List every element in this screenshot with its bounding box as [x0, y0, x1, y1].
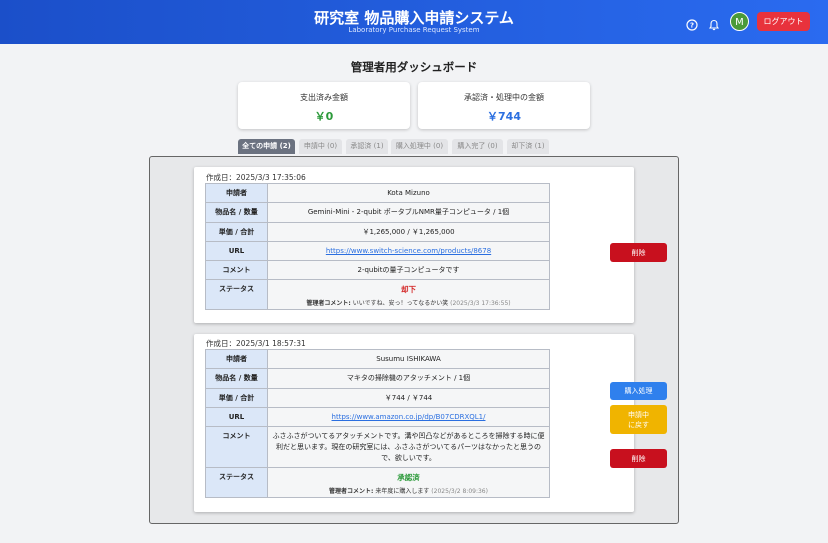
request-card: 作成日：2025/3/1 18:57:31 申請者 Susumu ISHIKAW… — [194, 334, 667, 512]
table-row: 物品名 / 数量 マキタの掃除機のアタッチメント / 1個 — [205, 368, 550, 389]
applicant-label: 申請者 — [205, 348, 268, 370]
admin-comment-label: 管理者コメント: — [329, 488, 374, 496]
price-label: 単価 / 合計 — [205, 387, 268, 408]
app-header: 研究室 物品購入申請システム Laboratory Purchase Reque… — [0, 0, 828, 44]
purchase-process-button[interactable]: 購入処理 — [610, 382, 667, 400]
status-label: ステータス — [205, 467, 268, 499]
tab-completed[interactable]: 購入完了 (0) — [452, 139, 503, 154]
comment-label: コメント — [205, 260, 268, 281]
applicant-label: 申請者 — [205, 182, 268, 204]
admin-comment-timestamp: (2025/3/3 17:36:55) — [450, 300, 511, 308]
item-label: 物品名 / 数量 — [205, 202, 268, 223]
revert-label-line1: 申請中 — [628, 410, 649, 419]
table-row: コメント 2-qubitの量子コンピュータです — [205, 260, 550, 281]
status-label: ステータス — [205, 279, 268, 311]
table-row: 物品名 / 数量 Gemini-Mini - 2-qubit ポータブルNMR量… — [205, 202, 550, 223]
status-badge: 承認済 — [397, 473, 420, 483]
table-row: コメント ふさふさがついてるアタッチメントです。溝や凹凸などがあるところを掃除す… — [205, 426, 550, 469]
app-title: 研究室 物品購入申請システム — [314, 9, 514, 27]
table-row: 単価 / 合計 ￥1,265,000 / ￥1,265,000 — [205, 221, 550, 242]
url-label: URL — [205, 240, 268, 262]
item-label: 物品名 / 数量 — [205, 368, 268, 389]
spent-amount-value: ￥0 — [314, 110, 334, 123]
revert-label-line2: に戻す — [628, 420, 649, 429]
request-table: 申請者 Kota Mizuno 物品名 / 数量 Gemini-Mini - 2… — [205, 182, 550, 311]
delete-button[interactable]: 削除 — [610, 243, 667, 262]
applicant-value: Kota Mizuno — [267, 182, 550, 204]
status-badge: 却下 — [401, 285, 416, 295]
delete-button[interactable]: 削除 — [610, 449, 667, 468]
applicant-value: Susumu ISHIKAWA — [267, 348, 550, 370]
table-row: URL https://www.switch-science.com/produ… — [205, 240, 550, 262]
logout-button[interactable]: ログアウト — [757, 12, 810, 31]
url-label: URL — [205, 406, 268, 428]
page-title: 管理者用ダッシュボード — [350, 60, 478, 74]
created-date: 作成日：2025/3/3 17:35:06 — [206, 173, 306, 182]
admin-comment-text: いいですね、安っ！ってなるかい笑 — [352, 300, 449, 308]
svg-text:?: ? — [690, 22, 694, 30]
help-icon[interactable]: ? — [686, 16, 698, 31]
table-row: 申請者 Kota Mizuno — [205, 182, 550, 204]
admin-comment-label: 管理者コメント: — [306, 300, 351, 308]
user-avatar[interactable]: M — [730, 12, 749, 31]
requests-panel: 作成日：2025/3/3 17:35:06 申請者 Kota Mizuno 物品… — [149, 156, 679, 524]
item-value: マキタの掃除機のアタッチメント / 1個 — [267, 368, 550, 389]
url-link[interactable]: https://www.switch-science.com/products/… — [326, 247, 491, 255]
revert-to-pending-button[interactable]: 申請中 に戻す — [610, 405, 667, 434]
comment-label: コメント — [205, 426, 268, 469]
admin-comment-timestamp: (2025/3/2 8:09:36) — [431, 488, 488, 496]
price-value: ￥744 / ￥744 — [267, 387, 550, 408]
url-link[interactable]: https://www.amazon.co.jp/dp/B07CDRXQL1/ — [332, 413, 486, 421]
pending-amount-label: 承認済・処理中の金額 — [464, 93, 544, 102]
app-subtitle: Laboratory Purchase Request System — [348, 26, 480, 34]
admin-comment: 管理者コメント: いいですね、安っ！ってなるかい笑 (2025/3/3 17:3… — [272, 298, 545, 307]
request-table: 申請者 Susumu ISHIKAWA 物品名 / 数量 マキタの掃除機のアタッ… — [205, 348, 550, 499]
tab-processing[interactable]: 購入処理中 (0) — [391, 139, 448, 154]
tab-rejected[interactable]: 却下済 (1) — [507, 139, 549, 154]
tab-approved[interactable]: 承認済 (1) — [346, 139, 388, 154]
request-card: 作成日：2025/3/3 17:35:06 申請者 Kota Mizuno 物品… — [194, 167, 667, 323]
table-row: ステータス 却下 管理者コメント: いいですね、安っ！ってなるかい笑 (2025… — [205, 279, 550, 311]
spent-amount-card: 支出済み金額 ￥0 — [238, 82, 410, 129]
bell-icon[interactable] — [708, 16, 720, 31]
pending-amount-card: 承認済・処理中の金額 ￥744 — [418, 82, 590, 129]
comment-value: ふさふさがついてるアタッチメントです。溝や凹凸などがあるところを掃除する時に便利… — [267, 426, 550, 469]
created-date: 作成日：2025/3/1 18:57:31 — [206, 339, 306, 348]
table-row: 申請者 Susumu ISHIKAWA — [205, 348, 550, 370]
table-row: 単価 / 合計 ￥744 / ￥744 — [205, 387, 550, 408]
price-label: 単価 / 合計 — [205, 221, 268, 242]
pending-amount-value: ￥744 — [487, 110, 521, 123]
spent-amount-label: 支出済み金額 — [300, 93, 348, 102]
table-row: URL https://www.amazon.co.jp/dp/B07CDRXQ… — [205, 406, 550, 428]
tab-all[interactable]: 全ての申請 (2) — [238, 139, 295, 154]
item-value: Gemini-Mini - 2-qubit ポータブルNMR量子コンピュータ /… — [267, 202, 550, 223]
admin-comment-text: 来年度に購入します — [375, 488, 430, 496]
table-row: ステータス 承認済 管理者コメント: 来年度に購入します (2025/3/2 8… — [205, 467, 550, 499]
comment-value: 2-qubitの量子コンピュータです — [267, 260, 550, 281]
admin-comment: 管理者コメント: 来年度に購入します (2025/3/2 8:09:36) — [272, 486, 545, 495]
price-value: ￥1,265,000 / ￥1,265,000 — [267, 221, 550, 242]
tab-pending[interactable]: 申請中 (0) — [299, 139, 342, 154]
